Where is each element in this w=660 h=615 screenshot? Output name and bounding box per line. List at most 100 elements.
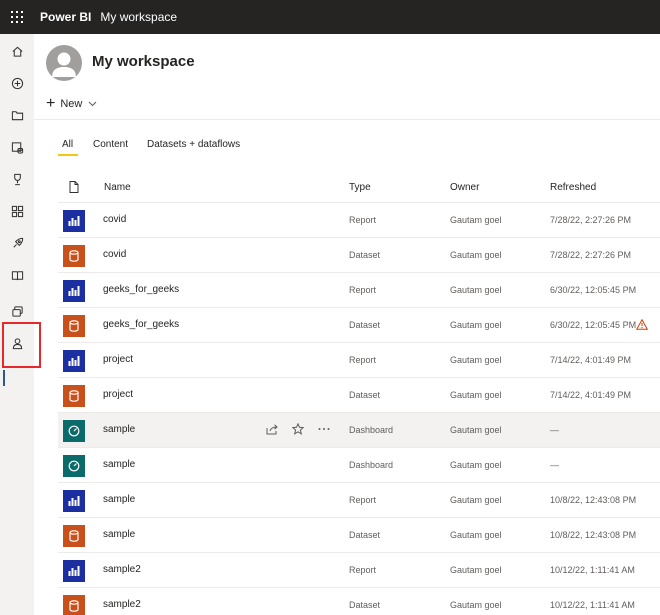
item-name[interactable]: covid xyxy=(103,214,126,225)
table-row[interactable]: covid Dataset Gautam goel 7/28/22, 2:27:… xyxy=(58,237,660,272)
top-bar: Power BI My workspace xyxy=(0,0,660,34)
item-refreshed: 6/30/22, 12:05:45 PM xyxy=(550,285,637,295)
plus-icon: + xyxy=(46,95,56,112)
apps-icon[interactable] xyxy=(0,195,34,227)
column-header-owner[interactable]: Owner xyxy=(450,182,479,193)
tab-all[interactable]: All xyxy=(62,139,73,150)
breadcrumb[interactable]: My workspace xyxy=(100,10,177,24)
home-icon[interactable] xyxy=(0,35,34,67)
item-owner: Gautam goel xyxy=(450,320,502,330)
dashboard-icon xyxy=(63,420,85,442)
item-refreshed: 7/14/22, 4:01:49 PM xyxy=(550,355,632,365)
favorite-star-icon[interactable] xyxy=(292,423,304,435)
table-row[interactable]: sample Dataset Gautam goel 10/8/22, 12:4… xyxy=(58,517,660,552)
item-owner: Gautam goel xyxy=(450,530,502,540)
item-name[interactable]: sample xyxy=(103,494,135,505)
report-icon xyxy=(63,210,85,232)
item-type: Report xyxy=(349,495,377,505)
deployment-pipelines-icon[interactable] xyxy=(0,227,34,259)
item-type: Report xyxy=(349,215,377,225)
file-type-icon xyxy=(69,181,79,196)
avatar xyxy=(46,45,82,81)
item-name[interactable]: project xyxy=(103,354,133,365)
dataset-icon xyxy=(63,315,85,337)
item-name[interactable]: geeks_for_geeks xyxy=(103,319,179,330)
table-row[interactable]: project Dataset Gautam goel 7/14/22, 4:0… xyxy=(58,377,660,412)
item-owner: Gautam goel xyxy=(450,285,502,295)
item-refreshed: 10/12/22, 1:11:41 AM xyxy=(550,565,635,575)
item-owner: Gautam goel xyxy=(450,565,502,575)
item-refreshed: 10/8/22, 12:43:08 PM xyxy=(550,530,637,540)
item-owner: Gautam goel xyxy=(450,600,502,610)
new-button[interactable]: + New xyxy=(46,95,97,112)
item-owner: Gautam goel xyxy=(450,495,502,505)
chevron-down-icon xyxy=(88,98,97,110)
metrics-icon[interactable] xyxy=(0,163,34,195)
header-divider xyxy=(34,119,660,120)
item-owner: Gautam goel xyxy=(450,250,502,260)
item-refreshed: 6/30/22, 12:05:45 PM xyxy=(550,320,637,330)
item-name[interactable]: covid xyxy=(103,249,126,260)
item-refreshed: 7/28/22, 2:27:26 PM xyxy=(550,250,632,260)
app-name[interactable]: Power BI xyxy=(40,10,91,24)
item-type: Report xyxy=(349,285,377,295)
column-header-type[interactable]: Type xyxy=(349,182,371,193)
table-row[interactable]: geeks_for_geeks Dataset Gautam goel 6/30… xyxy=(58,307,660,342)
item-refreshed: 10/12/22, 1:11:41 AM xyxy=(550,600,635,610)
item-name[interactable]: geeks_for_geeks xyxy=(103,284,179,295)
item-type: Dataset xyxy=(349,390,381,400)
item-name[interactable]: sample xyxy=(103,424,135,435)
item-owner: Gautam goel xyxy=(450,425,502,435)
table-row[interactable]: sample2 Dataset Gautam goel 10/12/22, 1:… xyxy=(58,587,660,615)
table-row[interactable]: covid Report Gautam goel 7/28/22, 2:27:2… xyxy=(58,202,660,237)
tab-datasets-dataflows[interactable]: Datasets + dataflows xyxy=(147,139,240,150)
create-icon[interactable] xyxy=(0,67,34,99)
item-name[interactable]: sample2 xyxy=(103,564,141,575)
item-type: Report xyxy=(349,355,377,365)
item-name[interactable]: sample2 xyxy=(103,599,141,610)
report-icon xyxy=(63,490,85,512)
item-refreshed: — xyxy=(550,460,559,470)
dataset-icon xyxy=(63,385,85,407)
tab-content[interactable]: Content xyxy=(93,139,128,150)
item-type: Dashboard xyxy=(349,425,394,435)
item-name[interactable]: project xyxy=(103,389,133,400)
table-row[interactable]: sample Dashboard Gautam goel — xyxy=(58,412,660,447)
nav-rail xyxy=(0,34,41,615)
item-name[interactable]: sample xyxy=(103,529,135,540)
table-row[interactable]: geeks_for_geeks Report Gautam goel 6/30/… xyxy=(58,272,660,307)
item-owner: Gautam goel xyxy=(450,460,502,470)
item-type: Dashboard xyxy=(349,460,394,470)
item-owner: Gautam goel xyxy=(450,390,502,400)
report-icon xyxy=(63,560,85,582)
item-owner: Gautam goel xyxy=(450,215,502,225)
column-header-name[interactable]: Name xyxy=(104,182,131,193)
active-indicator xyxy=(3,370,5,386)
dataset-icon xyxy=(63,595,85,615)
tab-active-underline xyxy=(58,154,78,156)
table-row[interactable]: sample Report Gautam goel 10/8/22, 12:43… xyxy=(58,482,660,517)
item-type: Dataset xyxy=(349,320,381,330)
data-hub-icon[interactable] xyxy=(0,131,34,163)
row-actions xyxy=(266,423,330,435)
learn-icon[interactable] xyxy=(0,259,34,291)
item-type: Report xyxy=(349,565,377,575)
table-row[interactable]: sample Dashboard Gautam goel — xyxy=(58,447,660,482)
column-header-refreshed[interactable]: Refreshed xyxy=(550,182,596,193)
browse-icon[interactable] xyxy=(0,99,34,131)
table-row[interactable]: sample2 Report Gautam goel 10/12/22, 1:1… xyxy=(58,552,660,587)
item-type: Dataset xyxy=(349,250,381,260)
item-name[interactable]: sample xyxy=(103,459,135,470)
report-icon xyxy=(63,280,85,302)
warning-icon[interactable] xyxy=(636,319,648,330)
app-launcher-icon[interactable] xyxy=(0,0,34,34)
workspaces-highlight-box xyxy=(2,322,41,368)
item-owner: Gautam goel xyxy=(450,355,502,365)
table-row[interactable]: project Report Gautam goel 7/14/22, 4:01… xyxy=(58,342,660,377)
item-type: Dataset xyxy=(349,600,381,610)
dashboard-icon xyxy=(63,455,85,477)
share-icon[interactable] xyxy=(266,423,278,435)
dataset-icon xyxy=(63,525,85,547)
item-type: Dataset xyxy=(349,530,381,540)
more-options-icon[interactable] xyxy=(318,427,330,431)
